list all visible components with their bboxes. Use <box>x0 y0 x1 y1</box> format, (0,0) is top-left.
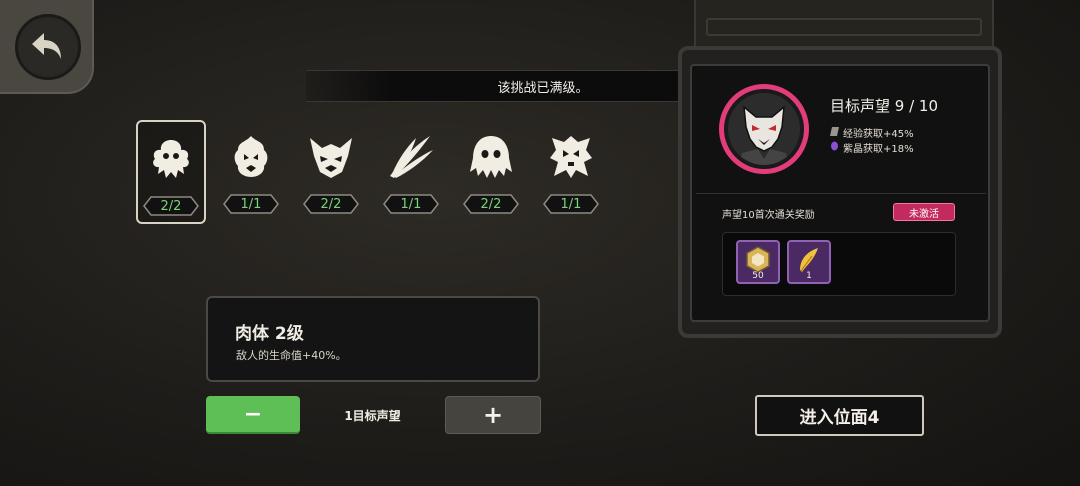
flesh-icon <box>153 140 189 178</box>
challenge-detail-text: 敌人的生命值+40%。 <box>236 349 347 362</box>
panel-divider <box>696 193 986 194</box>
challenge-level-badge: 2/2 <box>463 194 519 214</box>
boss-portrait <box>719 84 809 174</box>
challenge-level-badge: 2/2 <box>143 196 199 216</box>
back-arrow-icon <box>15 14 81 80</box>
hex-coin-icon <box>746 246 770 273</box>
claw-slash-icon <box>390 136 433 178</box>
challenge-level-badge: 2/2 <box>303 194 359 214</box>
challenge-level-badge: 1/1 <box>543 194 599 214</box>
reward-title: 声望10首次通关奖励 <box>722 210 815 221</box>
target-reputation-step-label: 1目标声望 <box>344 408 401 423</box>
challenge-detail-title: 肉体 2级 <box>235 324 304 344</box>
increase-button[interactable]: + <box>445 396 541 434</box>
reward-item-coin[interactable]: 50 <box>736 240 780 284</box>
wolf-portrait-icon <box>728 93 800 165</box>
reward-item-feather[interactable]: 1 <box>787 240 831 284</box>
feather-icon <box>800 248 818 272</box>
challenge-skull-totem[interactable]: 1/1 <box>536 120 606 224</box>
target-reputation-title: 目标声望 9 / 10 <box>830 97 938 115</box>
crystal-icon <box>830 141 839 154</box>
challenge-demon-mask[interactable]: 2/2 <box>296 120 366 224</box>
challenge-claw-slash[interactable]: 1/1 <box>376 120 446 224</box>
back-button[interactable] <box>0 0 94 94</box>
challenge-ghost[interactable]: 2/2 <box>456 120 526 224</box>
challenge-flame-beast[interactable]: 1/1 <box>216 120 286 224</box>
enter-plane-button[interactable]: 进入位面4 <box>755 395 924 436</box>
exp-icon <box>830 126 839 139</box>
challenge-flesh[interactable]: 2/2 <box>136 120 206 224</box>
skull-totem-icon <box>550 136 592 178</box>
challenge-detail-panel: 肉体 2级 敌人的生命值+40%。 <box>206 296 540 382</box>
challenge-level-badge: 1/1 <box>223 194 279 214</box>
challenge-level-badge: 1/1 <box>383 194 439 214</box>
decrease-button[interactable]: − <box>206 396 300 434</box>
demon-mask-icon <box>310 138 352 178</box>
reward-status-badge: 未激活 <box>893 203 955 221</box>
crystal-bonus: 紫晶获取+18% <box>830 140 914 155</box>
challenge-list: 2/2 1/1 2/2 1/1 2/2 1/1 <box>136 120 606 224</box>
ghost-icon <box>470 136 512 178</box>
flame-beast-icon <box>234 136 268 177</box>
exp-bonus: 经验获取+45% <box>830 125 914 140</box>
